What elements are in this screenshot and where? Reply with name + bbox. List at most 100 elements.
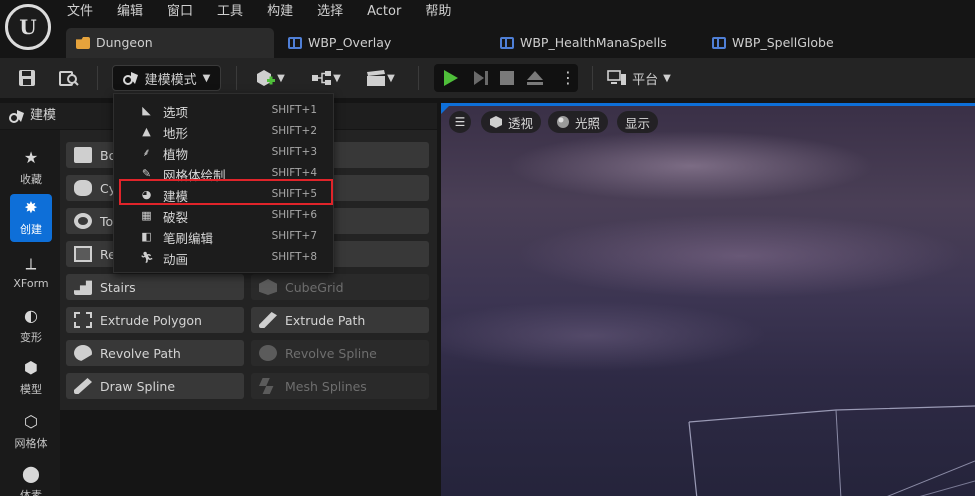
menu-select[interactable]: 选择 [305,0,355,24]
perspective-button[interactable]: 透视 [481,111,542,133]
tool-draw-spline[interactable]: Draw Spline [66,373,244,399]
main-menu: 文件 编辑 窗口 工具 构建 选择 Actor 帮助 [55,0,463,24]
menu-item-foliage-mode[interactable]: ⸙ 植物 SHIFT+3 [114,142,333,163]
tool-label: Extrude Polygon [100,312,202,328]
save-icon [19,70,35,86]
add-actor-button[interactable]: ▼ [251,65,289,91]
menu-item-label: 动画 [163,252,189,267]
show-label: 显示 [625,115,651,131]
draw-spline-icon [74,378,92,394]
tool-stairs[interactable]: Stairs [66,274,244,300]
stairs-icon [74,280,92,295]
widget-blueprint-icon [288,37,302,49]
add-actor-icon [257,70,276,86]
hamburger-icon: ☰ [454,115,466,129]
extrude-polygon-icon [74,312,92,328]
platforms-button[interactable]: 平台 ▼ [605,65,673,91]
mode-selector-label: 建模模式 [144,72,197,88]
menu-item-label: 选项 [163,105,189,120]
tool-mesh-splines[interactable]: Mesh Splines [251,373,429,399]
eject-button[interactable] [526,70,544,86]
tool-label: To [100,213,114,229]
mode-selector-button[interactable]: 建模模式 ▼ [112,65,221,91]
cinematics-button[interactable]: ▼ [360,65,400,91]
cubegrid-icon [259,279,277,295]
chevron-down-icon: ▼ [277,72,285,84]
menu-item-shortcut: SHIFT+8 [271,251,317,263]
menu-item-animation-mode[interactable]: 🏃︎ 动画 SHIFT+8 [114,247,333,268]
tool-label: Extrude Path [285,312,366,328]
menu-file[interactable]: 文件 [55,0,105,24]
unreal-logo-icon[interactable]: U [5,4,51,50]
category-deform[interactable]: ◐ 变形 [10,302,52,350]
category-model[interactable]: ⬢ 模型 [10,354,52,402]
tool-revolve-path[interactable]: Revolve Path [66,340,244,366]
tool-revolve-spline[interactable]: Revolve Spline [251,340,429,366]
tool-label: Revolve Spline [285,345,377,361]
tab-dungeon[interactable]: Dungeon [66,28,274,58]
browse-button[interactable] [56,65,82,91]
tab-wbp-healthmanaspells[interactable]: WBP_HealthManaSpells [490,28,700,58]
category-favorites[interactable]: ★ 收藏 [10,144,52,192]
menu-item-shortcut: SHIFT+2 [271,125,317,137]
play-controls: ⋮ [434,64,578,92]
lighting-button[interactable]: 光照 [548,111,609,133]
category-label: 网格体 [14,437,48,450]
step-forward-icon [474,71,488,85]
save-button[interactable] [14,65,40,91]
tool-cubegrid[interactable]: CubeGrid [251,274,429,300]
eject-icon [527,71,543,85]
tab-wbp-overlay[interactable]: WBP_Overlay [278,28,478,58]
menu-item-label: 破裂 [163,210,189,225]
tool-label: Revolve Path [100,345,181,361]
menu-item-shortcut: SHIFT+6 [271,209,317,221]
animation-icon: 🏃︎ [140,251,154,264]
menu-item-shortcut: SHIFT+4 [271,167,317,179]
tool-extrude-path[interactable]: Extrude Path [251,307,429,333]
viewport-menu-button[interactable]: ☰ [449,111,471,133]
menu-build[interactable]: 构建 [255,0,305,24]
stop-button[interactable] [500,71,514,85]
highlight-box [119,179,333,205]
menu-tools[interactable]: 工具 [205,0,255,24]
blueprints-button[interactable]: ▼ [306,65,346,91]
modeling-icon [9,110,24,123]
menu-item-shortcut: SHIFT+7 [271,230,317,242]
menu-item-brush-edit-mode[interactable]: ◧ 笔刷编辑 SHIFT+7 [114,226,333,247]
tab-label: Dungeon [96,35,153,50]
menu-item-shortcut: SHIFT+1 [271,104,317,116]
mesh-splines-icon [259,378,274,394]
chevron-down-icon: ▼ [333,72,341,84]
toolbar-divider [236,66,237,90]
menu-item-landscape-mode[interactable]: ▲ 地形 SHIFT+2 [114,121,333,142]
menu-item-label: 地形 [163,126,189,141]
category-xform[interactable]: ⟂ XForm [10,248,52,296]
tab-label: WBP_HealthManaSpells [520,35,667,50]
play-button[interactable] [444,70,458,86]
menu-help[interactable]: 帮助 [413,0,463,24]
category-mesh[interactable]: ⬡ 网格体 [10,408,52,456]
widget-blueprint-icon [500,37,514,49]
advance-frame-button[interactable] [472,70,490,86]
category-create[interactable]: ✸ 创建 [10,194,52,242]
category-voxel[interactable]: ⬤ 体素 [10,460,52,496]
star-icon: ★ [23,148,39,167]
select-icon: ◣ [142,104,151,117]
show-button[interactable]: 显示 [617,111,659,133]
chevron-down-icon: ▼ [663,72,671,84]
menu-item-select-mode[interactable]: ◣ 选项 SHIFT+1 [114,100,333,121]
brush-edit-icon: ◧ [141,230,152,243]
revolve-spline-icon [259,345,277,361]
menu-edit[interactable]: 编辑 [105,0,155,24]
scene-geometry [688,405,975,496]
category-label: 变形 [20,331,42,344]
more-options-icon[interactable]: ⋮ [560,68,576,88]
tab-wbp-spellglobe[interactable]: WBP_SpellGlobe [702,28,902,58]
level-viewport[interactable]: ☰ 透视 光照 显示 [441,103,975,496]
menu-item-fracture-mode[interactable]: ▦ 破裂 SHIFT+6 [114,205,333,226]
tool-extrude-polygon[interactable]: Extrude Polygon [66,307,244,333]
modeling-icon [122,72,138,85]
menu-window[interactable]: 窗口 [155,0,205,24]
menu-actor[interactable]: Actor [355,0,413,24]
main-toolbar: 建模模式 ▼ ▼ ▼ ▼ ⋮ 平台 ▼ [0,58,975,98]
